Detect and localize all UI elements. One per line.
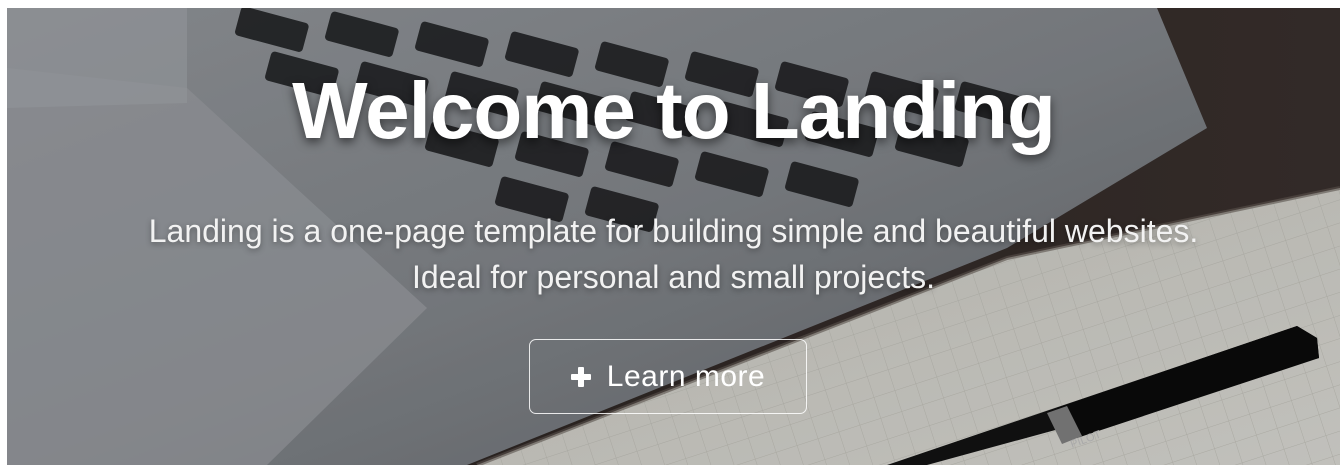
hero-subtitle: Landing is a one-page template for build… [27,208,1320,300]
hero-section: PILOT Welcome to Landing Landing is a on… [7,8,1340,465]
learn-more-button[interactable]: Learn more [529,339,807,414]
hero-subtitle-line-1: Landing is a one-page template for build… [148,213,1199,249]
plus-icon [570,366,591,387]
hero-subtitle-line-2: Ideal for personal and small projects. [412,259,935,295]
learn-more-label: Learn more [606,359,766,393]
hero-title: Welcome to Landing [292,66,1056,155]
hero-content: Welcome to Landing Landing is a one-page… [7,8,1340,465]
